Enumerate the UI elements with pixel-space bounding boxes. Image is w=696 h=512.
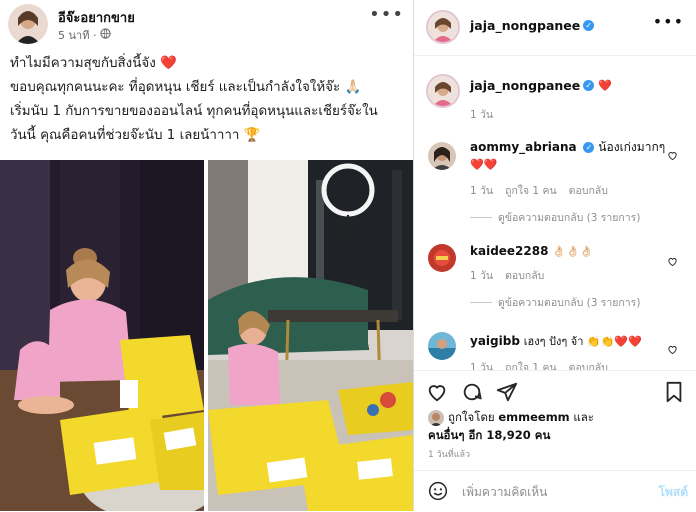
view-replies-text: ดูข้อความตอบกลับ (3 รายการ) bbox=[498, 212, 641, 224]
comment-likes[interactable]: ถูกใจ 1 คน bbox=[505, 182, 557, 199]
comment-like-heart-icon[interactable] bbox=[667, 146, 678, 165]
liked-by-username[interactable]: emmeemm bbox=[498, 410, 569, 424]
instagram-header: jaja_nongpanee ✓ ••• bbox=[414, 0, 696, 56]
comment-reply-button[interactable]: ตอบกลับ bbox=[505, 267, 544, 284]
liked-by-others-count[interactable]: คนอื่นๆ อีก 18,920 คน bbox=[428, 428, 550, 442]
globe-icon bbox=[100, 28, 112, 42]
comment-meta: 1 วัน ตอบกลับ bbox=[470, 267, 675, 284]
post-text: ทำไมมีความสุขกับสิ่งนี้จัง ❤️ ขอบคุณทุกค… bbox=[10, 52, 405, 148]
facebook-post: อีจ๊ะอยากขาย 5 นาที · ••• ทำไมมีความสุขก… bbox=[0, 0, 414, 511]
view-replies-button[interactable]: ดูข้อความตอบกลับ (3 รายการ) bbox=[470, 294, 675, 311]
post-line: ขอบคุณทุกคนนะคะ ที่อุดหนุน เชียร์ และเป็… bbox=[10, 80, 362, 95]
instagram-post: jaja_nongpanee ✓ ••• jaja_nongpanee ✓ ❤️… bbox=[414, 0, 696, 511]
comment-text: 👌🏻👌🏻👌🏻 bbox=[552, 245, 594, 258]
caption-text: ❤️ bbox=[598, 79, 612, 92]
page-name[interactable]: อีจ๊ะอยากขาย bbox=[58, 7, 135, 28]
verified-badge-icon: ✓ bbox=[583, 80, 595, 91]
caption-meta: 1 วัน bbox=[470, 106, 493, 123]
comment-reply-button[interactable]: ตอบกลับ bbox=[569, 182, 608, 199]
caption-time: 1 วัน bbox=[470, 109, 494, 121]
more-options-icon[interactable]: ••• bbox=[653, 12, 684, 31]
comment-text: เฮงๆ ปังๆ จ้า 👏👏❤️❤️ bbox=[523, 335, 642, 348]
view-replies-button[interactable]: ดูข้อความตอบกลับ (3 รายการ) bbox=[470, 209, 675, 226]
bookmark-icon[interactable] bbox=[664, 381, 684, 407]
comment-username[interactable]: kaidee2288 bbox=[470, 244, 548, 258]
liked-by-others[interactable]: คนอื่นๆ อีก 18,920 คน bbox=[428, 426, 550, 444]
like-heart-icon[interactable] bbox=[426, 381, 448, 407]
comment-like-heart-icon[interactable] bbox=[667, 340, 678, 359]
comment-avatar[interactable] bbox=[428, 142, 456, 170]
comment-item: aommy_abriana ✓ น้องเก่งมากๆ ❤️❤️ 1 วัน … bbox=[470, 138, 675, 226]
comment-item: kaidee2288 👌🏻👌🏻👌🏻 1 วัน ตอบกลับ ดูข้อควา… bbox=[470, 242, 675, 311]
comment-text-line2: ❤️❤️ bbox=[470, 158, 498, 171]
post-line: วันนี้ คุณคือคนที่ช่วยจ๊ะนับ 1 เลยน้าาาา… bbox=[10, 128, 261, 143]
liked-by-avatar[interactable] bbox=[428, 410, 444, 426]
verified-badge-icon: ✓ bbox=[583, 142, 595, 153]
more-options-icon[interactable]: ••• bbox=[369, 4, 404, 25]
view-replies-text: ดูข้อความตอบกลับ (3 รายการ) bbox=[498, 297, 641, 309]
comment-meta: 1 วัน ถูกใจ 1 คน ตอบกลับ bbox=[470, 359, 675, 370]
comment-3-wrapper: yaigibb เฮงๆ ปังๆ จ้า 👏👏❤️❤️ 1 วัน ถูกใจ… bbox=[414, 326, 696, 370]
comment-meta: 1 วัน ถูกใจ 1 คน ตอบกลับ bbox=[470, 182, 675, 199]
post-line: ทำไมมีความสุขกับสิ่งนี้จัง ❤️ bbox=[10, 56, 177, 71]
comment-avatar[interactable] bbox=[428, 244, 456, 272]
verified-badge-icon: ✓ bbox=[583, 20, 595, 31]
add-comment-bar: เพิ่มความคิดเห็น โพสต์ bbox=[414, 470, 696, 512]
add-comment-input[interactable]: เพิ่มความคิดเห็น bbox=[462, 483, 547, 502]
facebook-post-header: อีจ๊ะอยากขาย 5 นาที · ••• bbox=[8, 4, 408, 44]
caption-avatar[interactable] bbox=[426, 74, 460, 108]
comment-username[interactable]: yaigibb bbox=[470, 334, 520, 348]
comment-item: yaigibb เฮงๆ ปังๆ จ้า 👏👏❤️❤️ 1 วัน ถูกใจ… bbox=[470, 332, 675, 370]
replies-divider bbox=[470, 217, 492, 218]
comment-time: 1 วัน bbox=[470, 362, 494, 370]
post-photo-1[interactable] bbox=[0, 160, 204, 511]
comment-username[interactable]: aommy_abriana bbox=[470, 140, 577, 154]
emoji-icon[interactable] bbox=[428, 481, 448, 505]
header-username[interactable]: jaja_nongpanee bbox=[470, 18, 580, 33]
comment-like-heart-icon[interactable] bbox=[667, 252, 678, 271]
comment-avatar[interactable] bbox=[428, 332, 456, 360]
comment-reply-button[interactable]: ตอบกลับ bbox=[569, 359, 608, 370]
replies-divider bbox=[470, 302, 492, 303]
header-avatar[interactable] bbox=[426, 10, 460, 44]
comment-text: น้องเก่งมากๆ bbox=[598, 140, 666, 154]
liked-by-text: ถูกใจโดย emmeemm และ bbox=[448, 408, 594, 426]
post-photo-2[interactable] bbox=[208, 160, 413, 511]
post-age: 1 วันที่แล้ว bbox=[428, 450, 471, 460]
comment-time: 1 วัน bbox=[470, 185, 494, 197]
caption-username[interactable]: jaja_nongpanee bbox=[470, 78, 580, 93]
post-time-text: 5 นาที · bbox=[58, 29, 97, 42]
comment-bubble-icon[interactable] bbox=[461, 381, 483, 407]
page-avatar[interactable] bbox=[8, 4, 48, 44]
liked-by-and: และ bbox=[573, 410, 594, 424]
post-time: 5 นาที · bbox=[58, 26, 112, 44]
post-line: เริ่มนับ 1 กับการขายของออนไลน์ ทุกคนที่อ… bbox=[10, 104, 378, 119]
share-send-icon[interactable] bbox=[496, 381, 518, 407]
comment-likes[interactable]: ถูกใจ 1 คน bbox=[505, 359, 557, 370]
post-comment-button[interactable]: โพสต์ bbox=[659, 483, 688, 502]
comment-time: 1 วัน bbox=[470, 270, 494, 282]
liked-by-prefix: ถูกใจโดย bbox=[448, 410, 495, 424]
